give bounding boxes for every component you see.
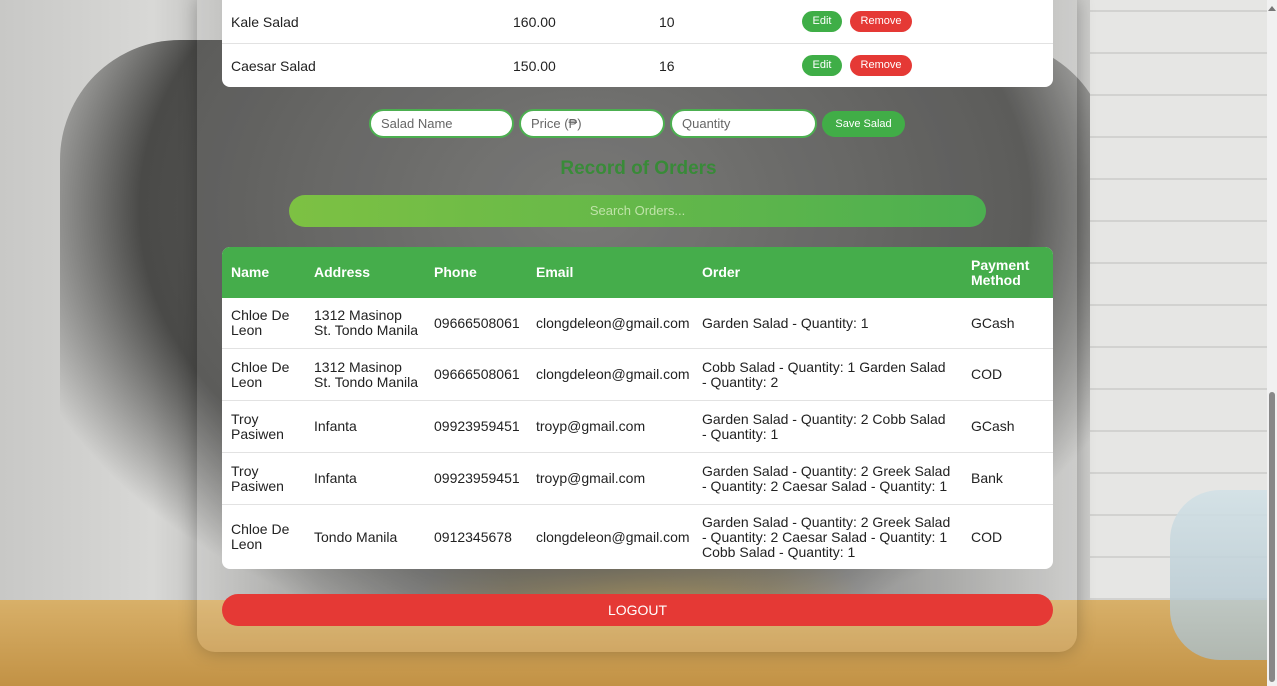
- cell-email: clongdeleon@gmail.com: [536, 528, 690, 545]
- cell-address: Infanta: [305, 452, 425, 505]
- cell-order: Garden Salad - Quantity: 2 Greek Salad -…: [693, 452, 962, 505]
- cell-email: clongdeleon@gmail.com: [527, 298, 693, 349]
- orders-table: Name Address Phone Email Order Payment M…: [222, 247, 1053, 569]
- cell-name: Chloe De Leon: [231, 521, 290, 552]
- cell-order: Cobb Salad - Quantity: 1 Garden Salad - …: [693, 348, 962, 401]
- cell-email: troyp@gmail.com: [527, 452, 693, 505]
- cell-order: Garden Salad - Quantity: 1: [693, 298, 962, 349]
- table-row: Chloe De Leon 1312 Masinop St. Tondo Man…: [222, 298, 1053, 349]
- page-scrollbar[interactable]: [1267, 0, 1277, 686]
- salad-name: Kale Salad: [231, 14, 299, 30]
- price-input[interactable]: Price (₱): [519, 109, 665, 138]
- cell-address: Tondo Manila: [314, 528, 398, 545]
- salad-price: 160.00: [513, 14, 556, 30]
- cell-email: troyp@gmail.com: [527, 400, 693, 453]
- salad-quantity: 16: [659, 58, 675, 74]
- cell-payment: GCash: [962, 298, 1053, 349]
- cell-address: 1312 Masinop St. Tondo Manila: [305, 348, 425, 401]
- column-header-email: Email: [527, 247, 693, 298]
- cell-phone: 09666508061: [425, 348, 527, 401]
- table-row: Troy Pasiwen Infanta 09923959451 troyp@g…: [222, 452, 1053, 505]
- cell-payment: GCash: [962, 400, 1053, 453]
- remove-button[interactable]: Remove: [850, 11, 912, 32]
- cell-name: Troy Pasiwen: [222, 452, 305, 505]
- salad-name: Caesar Salad: [231, 58, 316, 74]
- cell-phone: 0912345678: [434, 528, 512, 545]
- remove-button[interactable]: Remove: [850, 55, 912, 76]
- cell-phone: 09923959451: [425, 452, 527, 505]
- scrollbar-thumb[interactable]: [1269, 392, 1275, 682]
- table-row: Troy Pasiwen Infanta 09923959451 troyp@g…: [222, 400, 1053, 453]
- cell-phone: 09923959451: [425, 400, 527, 453]
- save-salad-button[interactable]: Save Salad: [822, 111, 905, 137]
- cell-email: clongdeleon@gmail.com: [527, 348, 693, 401]
- salad-row: Kale Salad 160.00 10 Edit Remove: [222, 0, 1053, 44]
- cell-name: Troy Pasiwen: [222, 400, 305, 453]
- background-glass-bowl: [1170, 490, 1277, 660]
- cell-payment: COD: [971, 528, 1003, 545]
- column-header-payment: Payment Method: [962, 247, 1053, 298]
- cell-name: Chloe De Leon: [222, 298, 305, 349]
- salad-name-input[interactable]: Salad Name: [369, 109, 514, 138]
- edit-button[interactable]: Edit: [802, 11, 842, 32]
- edit-button[interactable]: Edit: [802, 55, 842, 76]
- table-row: Chloe De Leon 1312 Masinop St. Tondo Man…: [222, 348, 1053, 401]
- cell-payment: Bank: [962, 452, 1053, 505]
- cell-order: Garden Salad - Quantity: 2 Cobb Salad - …: [693, 400, 962, 453]
- cell-address: Infanta: [305, 400, 425, 453]
- salad-quantity: 10: [659, 14, 675, 30]
- logout-button[interactable]: LOGOUT: [222, 594, 1053, 626]
- scroll-up-arrow-icon[interactable]: [1268, 6, 1276, 11]
- salad-list-table: Kale Salad 160.00 10 Edit Remove Caesar …: [222, 0, 1053, 87]
- cell-order: Garden Salad - Quantity: 2 Greek Salad -…: [702, 513, 951, 560]
- column-header-phone: Phone: [425, 247, 527, 298]
- table-row: Chloe De Leon Tondo Manila 0912345678 cl…: [222, 505, 1053, 570]
- search-orders-input[interactable]: Search Orders...: [289, 195, 986, 227]
- orders-heading: Record of Orders: [560, 158, 717, 179]
- cell-phone: 09666508061: [425, 298, 527, 349]
- cell-payment: COD: [962, 348, 1053, 401]
- salad-row: Caesar Salad 150.00 16 Edit Remove: [222, 44, 1053, 87]
- column-header-address: Address: [305, 247, 425, 298]
- cell-address: 1312 Masinop St. Tondo Manila: [305, 298, 425, 349]
- table-header-row: Name Address Phone Email Order Payment M…: [222, 247, 1053, 298]
- column-header-order: Order: [693, 247, 962, 298]
- salad-price: 150.00: [513, 58, 556, 74]
- quantity-input[interactable]: Quantity: [670, 109, 817, 138]
- column-header-name: Name: [222, 247, 305, 298]
- cell-name: Chloe De Leon: [222, 348, 305, 401]
